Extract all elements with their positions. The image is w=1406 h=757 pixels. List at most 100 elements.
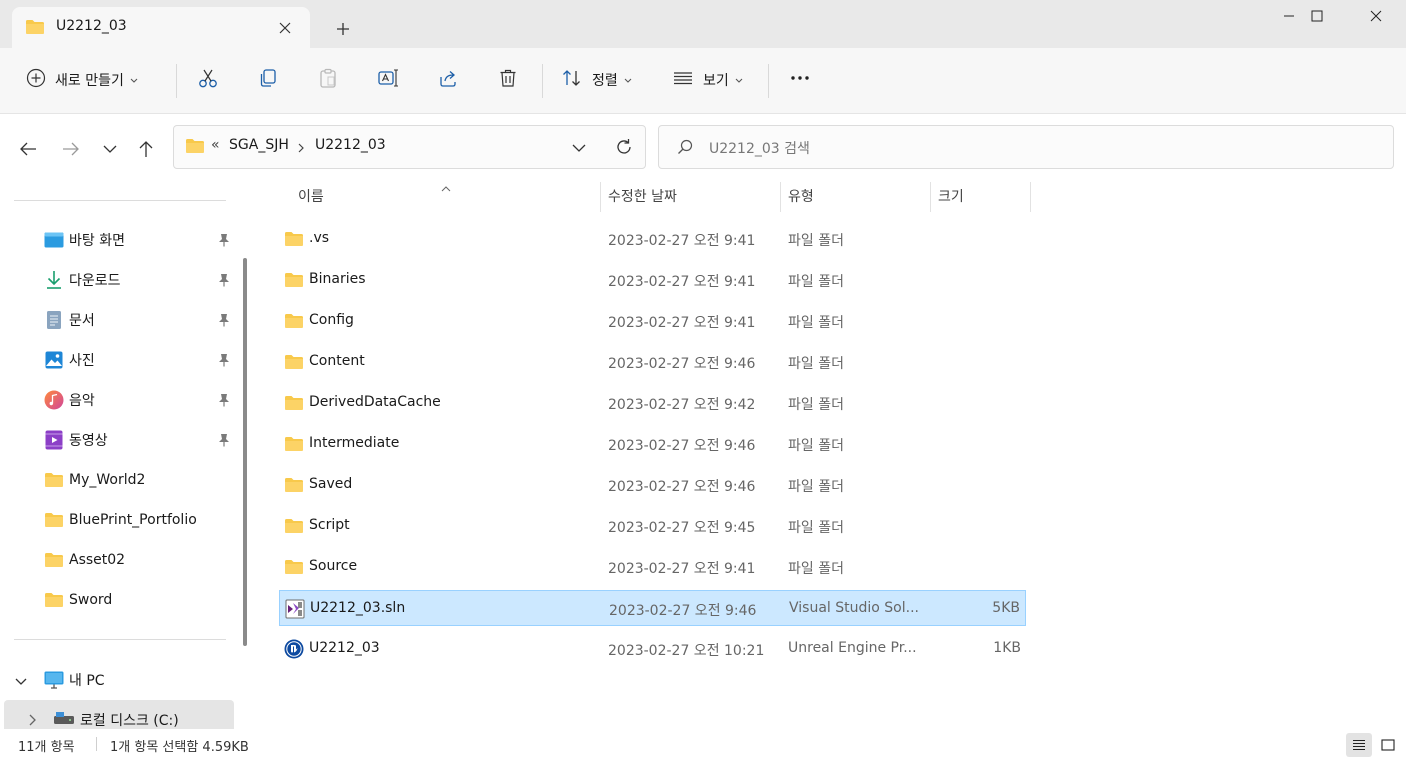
column-header-date[interactable]: 수정한 날짜 bbox=[608, 180, 677, 212]
column-divider[interactable] bbox=[1030, 182, 1031, 212]
table-row[interactable]: Intermediate 2023-02-27 오전 9:46 파일 폴더 bbox=[279, 426, 1026, 462]
chevron-down-icon bbox=[735, 72, 743, 88]
sidebar-scrollbar-thumb[interactable] bbox=[243, 258, 247, 646]
pin-icon[interactable] bbox=[216, 432, 232, 448]
file-date-modified: 2023-02-27 오전 9:41 bbox=[608, 315, 756, 331]
table-row[interactable]: Saved 2023-02-27 오전 9:46 파일 폴더 bbox=[279, 467, 1026, 503]
table-row[interactable]: Script 2023-02-27 오전 9:45 파일 폴더 bbox=[279, 508, 1026, 544]
delete-button[interactable] bbox=[497, 62, 519, 98]
sort-button[interactable]: 정렬 bbox=[561, 62, 632, 98]
folder-icon bbox=[284, 352, 304, 372]
file-name: Intermediate bbox=[309, 435, 400, 451]
more-options-button[interactable] bbox=[789, 62, 811, 98]
details-view-button[interactable] bbox=[1346, 733, 1372, 757]
sidebar-divider bbox=[14, 639, 226, 640]
search-box[interactable]: U2212_03 검색 bbox=[658, 125, 1394, 169]
status-bar: 11개 항목 1개 항목 선택함 4.59KB bbox=[0, 729, 1406, 757]
address-bar[interactable]: « SGA_SJH U2212_03 bbox=[173, 125, 646, 169]
copy-button[interactable] bbox=[257, 62, 279, 98]
file-date-modified: 2023-02-27 오전 9:41 bbox=[608, 561, 756, 577]
pin-icon[interactable] bbox=[216, 352, 232, 368]
maximize-button[interactable] bbox=[1290, 0, 1344, 32]
file-name: .vs bbox=[309, 230, 330, 246]
sidebar-item-label: 내 PC bbox=[69, 673, 105, 689]
sidebar-item-documents[interactable]: 문서 bbox=[0, 300, 240, 340]
sidebar-item-local-disk-c[interactable]: 로컬 디스크 (C:) bbox=[4, 700, 234, 729]
breadcrumb-overflow-button[interactable]: « bbox=[211, 137, 220, 153]
chevron-down-icon bbox=[130, 72, 138, 88]
chevron-down-icon[interactable] bbox=[15, 674, 27, 690]
item-count: 11개 항목 bbox=[18, 740, 75, 755]
music-icon bbox=[44, 390, 64, 410]
table-row[interactable]: Content 2023-02-27 오전 9:46 파일 폴더 bbox=[279, 344, 1026, 380]
column-divider[interactable] bbox=[930, 182, 931, 212]
sidebar-item-pictures[interactable]: 사진 bbox=[0, 340, 240, 380]
new-button[interactable]: 새로 만들기 bbox=[26, 62, 138, 98]
column-header-size[interactable]: 크기 bbox=[938, 180, 964, 212]
pin-icon[interactable] bbox=[216, 392, 232, 408]
table-row[interactable]: U2212_03.sln 2023-02-27 오전 9:46 Visual Stu… bbox=[279, 590, 1026, 626]
column-header-name[interactable]: 이름 bbox=[298, 180, 324, 212]
close-tab-icon[interactable] bbox=[274, 17, 296, 39]
chevron-right-icon[interactable] bbox=[298, 141, 305, 157]
up-button[interactable] bbox=[133, 136, 159, 162]
address-history-chevron-down-icon[interactable] bbox=[572, 141, 586, 157]
sidebar-item-videos[interactable]: 동영상 bbox=[0, 420, 240, 460]
sidebar-item-asset02[interactable]: Asset02 bbox=[0, 540, 240, 580]
file-type: 파일 폴더 bbox=[788, 520, 844, 536]
column-divider[interactable] bbox=[780, 182, 781, 212]
table-row[interactable]: U2212_03 2023-02-27 오전 10:21 Unreal Engine… bbox=[279, 631, 1026, 667]
recent-locations-button[interactable] bbox=[97, 136, 123, 162]
file-date-modified: 2023-02-27 오전 9:45 bbox=[608, 520, 756, 536]
breadcrumb-segment[interactable]: SGA_SJH bbox=[229, 137, 289, 153]
refresh-icon[interactable] bbox=[615, 138, 633, 160]
file-type: 파일 폴더 bbox=[788, 438, 844, 454]
folder-icon bbox=[44, 590, 64, 610]
pin-icon[interactable] bbox=[216, 232, 232, 248]
file-type: 파일 폴더 bbox=[788, 397, 844, 413]
sidebar-item-music[interactable]: 음악 bbox=[0, 380, 240, 420]
share-button[interactable] bbox=[437, 62, 459, 98]
new-tab-button[interactable] bbox=[330, 16, 356, 42]
paste-button[interactable] bbox=[317, 62, 339, 98]
forward-button[interactable] bbox=[58, 136, 84, 162]
pin-icon[interactable] bbox=[216, 272, 232, 288]
cut-button[interactable] bbox=[197, 62, 219, 98]
column-header-type[interactable]: 유형 bbox=[788, 180, 814, 212]
file-name: Content bbox=[309, 353, 365, 369]
search-input[interactable]: U2212_03 검색 bbox=[709, 138, 810, 158]
table-row[interactable]: Source 2023-02-27 오전 9:41 파일 폴더 bbox=[279, 549, 1026, 585]
copy-icon bbox=[257, 67, 279, 93]
toolbar-divider bbox=[768, 64, 769, 98]
file-date-modified: 2023-02-27 오전 9:41 bbox=[608, 233, 756, 249]
pin-icon[interactable] bbox=[216, 312, 232, 328]
tiles-view-button[interactable] bbox=[1375, 733, 1401, 757]
column-divider[interactable] bbox=[600, 182, 601, 212]
close-window-button[interactable] bbox=[1349, 0, 1403, 32]
breadcrumb-segment-current[interactable]: U2212_03 bbox=[315, 137, 386, 153]
sidebar-item-downloads[interactable]: 다운로드 bbox=[0, 260, 240, 300]
chevron-right-icon[interactable] bbox=[29, 714, 37, 729]
command-bar: 새로 만들기 정렬 보기 bbox=[0, 48, 1406, 114]
drive-icon bbox=[53, 711, 75, 729]
back-button[interactable] bbox=[15, 136, 41, 162]
tab-u2212-03[interactable]: U2212_03 bbox=[12, 7, 310, 48]
sidebar-item-this-pc[interactable]: 내 PC bbox=[0, 660, 240, 700]
file-type: 파일 폴더 bbox=[788, 233, 844, 249]
table-row[interactable]: Config 2023-02-27 오전 9:41 파일 폴더 bbox=[279, 303, 1026, 339]
sidebar-item-sword[interactable]: Sword bbox=[0, 580, 240, 620]
file-name: U2212_03 bbox=[309, 640, 380, 656]
file-type: Unreal Engine Pr... bbox=[788, 640, 917, 656]
folder-icon bbox=[284, 475, 304, 495]
plus-circle-icon bbox=[26, 68, 46, 92]
file-name: Saved bbox=[309, 476, 353, 492]
rename-button[interactable] bbox=[377, 62, 399, 98]
share-icon bbox=[437, 67, 459, 93]
sidebar-item-blueprint-portfolio[interactable]: BluePrint_Portfolio bbox=[0, 500, 240, 540]
sidebar-item-desktop[interactable]: 바탕 화면 bbox=[0, 220, 240, 260]
sidebar-item-my-world2[interactable]: My_World2 bbox=[0, 460, 240, 500]
view-button[interactable]: 보기 bbox=[672, 62, 743, 98]
table-row[interactable]: .vs 2023-02-27 오전 9:41 파일 폴더 bbox=[279, 221, 1026, 257]
table-row[interactable]: DerivedDataCache 2023-02-27 오전 9:42 파일 폴더 bbox=[279, 385, 1026, 421]
table-row[interactable]: Binaries 2023-02-27 오전 9:41 파일 폴더 bbox=[279, 262, 1026, 298]
